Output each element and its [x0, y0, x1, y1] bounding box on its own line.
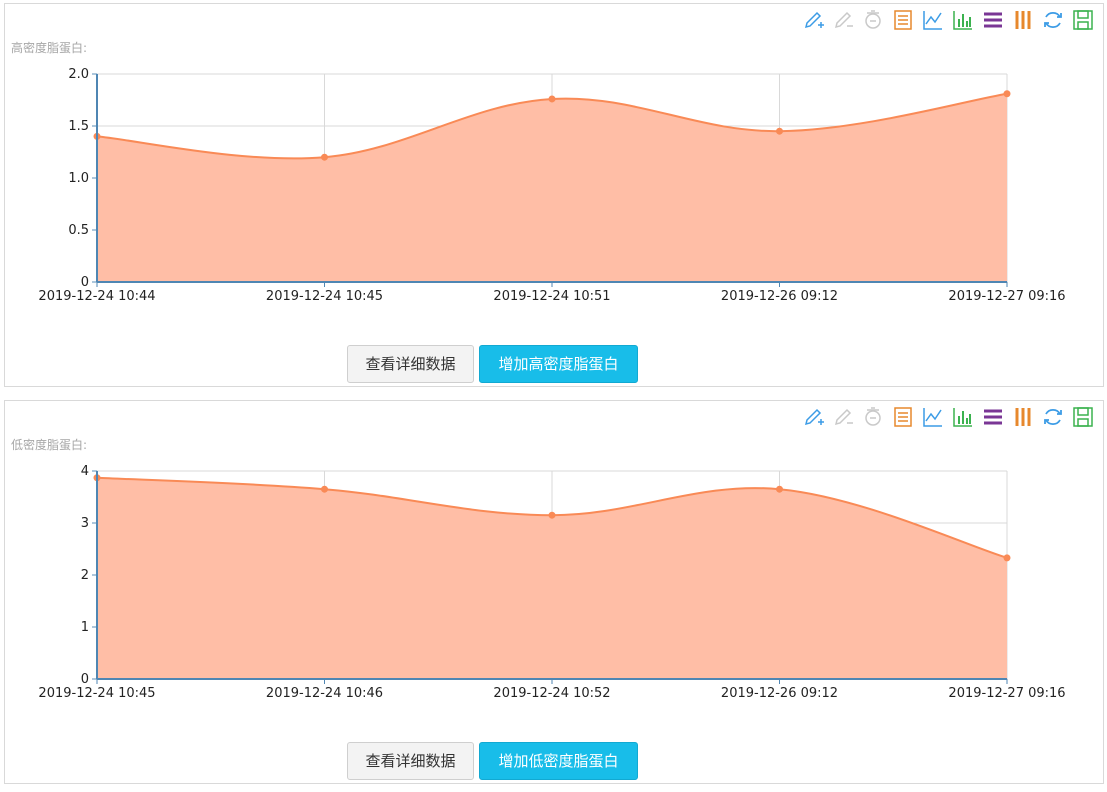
x-tick-label: 2019-12-24 10:44: [38, 289, 155, 304]
y-tick-label: 2.0: [68, 67, 89, 82]
y-tick-label: 0.5: [68, 223, 89, 238]
data-point[interactable]: [1003, 90, 1011, 98]
data-point[interactable]: [776, 127, 783, 135]
y-tick-label: 3: [81, 516, 89, 531]
x-tick-label: 2019-12-24 10:45: [38, 686, 155, 701]
data-point[interactable]: [321, 153, 328, 161]
view-details-button[interactable]: 查看详细数据: [347, 742, 474, 780]
view-details-button[interactable]: 查看详细数据: [347, 345, 474, 383]
ldl-area-chart: 0 1 2 3 4 2019-12-24 10:45 2019-12-24 10:46 201…: [38, 464, 1065, 701]
y-tick-label: 4: [81, 464, 89, 479]
hdl-area-chart: 0 0.5 1.0 1.5 2.0 2019-12-24 10:44 2019-12-24 …: [38, 67, 1065, 304]
add-hdl-button[interactable]: 增加高密度脂蛋白: [479, 345, 638, 383]
y-tick-label: 2: [81, 568, 89, 583]
y-tick-label: 0: [81, 672, 89, 687]
add-ldl-button[interactable]: 增加低密度脂蛋白: [479, 742, 638, 780]
x-tick-label: 2019-12-27 09:16: [948, 686, 1065, 701]
x-tick-label: 2019-12-24 10:51: [493, 289, 610, 304]
data-point[interactable]: [321, 485, 328, 493]
y-tick-label: 1: [81, 620, 89, 635]
x-tick-label: 2019-12-24 10:46: [266, 686, 383, 701]
hdl-chart-panel: 高密度脂蛋白: 0 0.5 1.0 1.5 2.0 2019-12-24 10:44 201…: [4, 3, 1104, 387]
data-point[interactable]: [548, 95, 556, 103]
y-tick-label: 1.0: [68, 171, 89, 186]
ldl-chart-panel: 低密度脂蛋白: 0 1 2 3 4 2019-12-24 10:45 2019-12-24 …: [4, 400, 1104, 784]
y-tick-label: 0: [81, 275, 89, 290]
x-tick-label: 2019-12-26 09:12: [721, 289, 838, 304]
x-tick-label: 2019-12-26 09:12: [721, 686, 838, 701]
x-tick-label: 2019-12-27 09:16: [948, 289, 1065, 304]
data-point[interactable]: [548, 511, 556, 519]
data-point[interactable]: [1003, 554, 1011, 562]
y-tick-label: 1.5: [68, 119, 89, 134]
data-point[interactable]: [776, 485, 783, 493]
x-tick-label: 2019-12-24 10:52: [493, 686, 610, 701]
x-tick-label: 2019-12-24 10:45: [266, 289, 383, 304]
